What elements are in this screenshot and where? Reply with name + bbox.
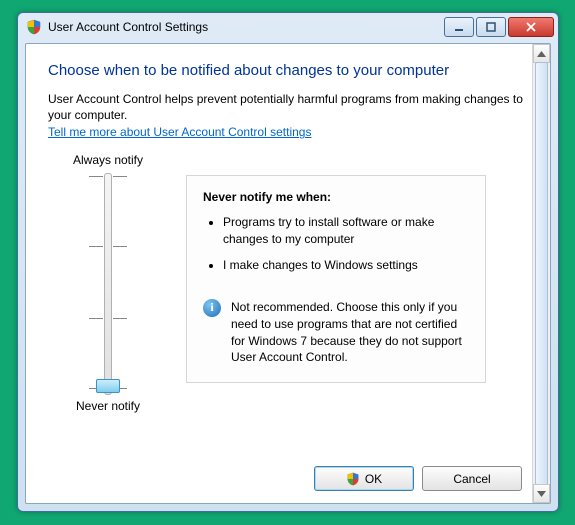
titlebar[interactable]: User Account Control Settings: [18, 13, 558, 41]
ok-button[interactable]: OK: [314, 466, 414, 491]
description-title: Never notify me when:: [203, 190, 469, 204]
recommendation-note: i Not recommended. Choose this only if y…: [203, 299, 469, 366]
window-title: User Account Control Settings: [48, 20, 444, 34]
description-box: Never notify me when: Programs try to in…: [186, 175, 486, 383]
slider-top-label: Always notify: [73, 153, 143, 167]
intro-text: User Account Control helps prevent poten…: [48, 91, 540, 123]
note-text: Not recommended. Choose this only if you…: [231, 299, 469, 366]
uac-shield-icon: [26, 19, 42, 35]
cancel-button[interactable]: Cancel: [422, 466, 522, 491]
minimize-button[interactable]: [444, 17, 474, 37]
bullet-item: I make changes to Windows settings: [223, 257, 469, 273]
button-row: OK Cancel: [314, 466, 522, 491]
client-area: Choose when to be notified about changes…: [25, 43, 551, 504]
scroll-up-button[interactable]: [533, 44, 550, 63]
scroll-thumb[interactable]: [535, 62, 548, 485]
slider-thumb[interactable]: [96, 379, 120, 393]
slider-bottom-label: Never notify: [76, 399, 140, 413]
window-controls: [444, 17, 554, 37]
slider-column: Always notify Never notify: [48, 153, 168, 413]
info-icon: i: [203, 299, 221, 317]
page-headline: Choose when to be notified about changes…: [48, 62, 540, 79]
ok-label: OK: [365, 472, 382, 486]
slider-area: Always notify Never notify Never notify …: [48, 153, 540, 413]
close-button[interactable]: [508, 17, 554, 37]
uac-window: User Account Control Settings Choose whe…: [17, 12, 559, 512]
vertical-scrollbar[interactable]: [532, 44, 550, 503]
slider-track: [104, 173, 112, 395]
shield-icon: [346, 472, 360, 486]
bullet-item: Programs try to install software or make…: [223, 214, 469, 246]
scroll-down-button[interactable]: [533, 484, 550, 503]
help-link[interactable]: Tell me more about User Account Control …: [48, 125, 311, 139]
maximize-button[interactable]: [476, 17, 506, 37]
cancel-label: Cancel: [453, 472, 490, 486]
description-bullets: Programs try to install software or make…: [209, 214, 469, 273]
slider-track-wrap[interactable]: [83, 173, 133, 393]
